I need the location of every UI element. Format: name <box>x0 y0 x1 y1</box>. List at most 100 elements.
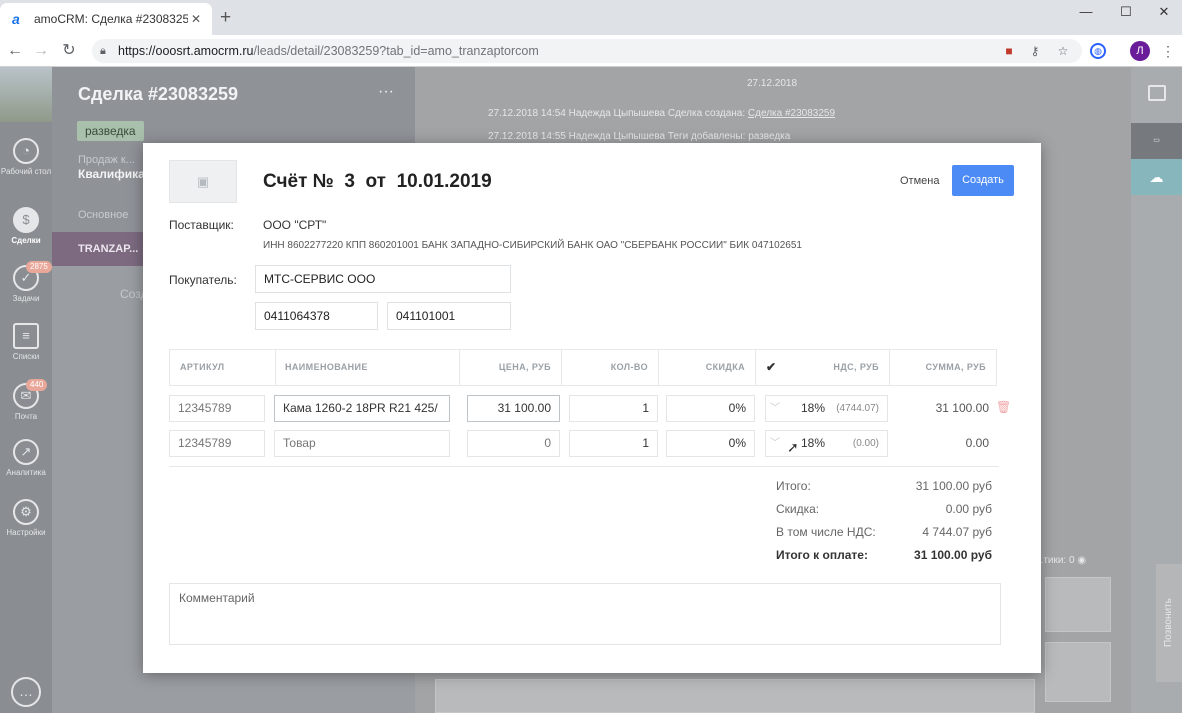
row1-price-input[interactable]: 31 100.00 <box>467 395 560 422</box>
row2-qty-input[interactable]: 1 <box>569 430 658 457</box>
reload-button[interactable]: ↻ <box>58 40 80 62</box>
supplier-label: Поставщик: <box>169 218 234 232</box>
nav-mail[interactable]: 440 ✉ Почта <box>0 379 52 421</box>
subtotal-label: Итого: <box>776 479 811 493</box>
widget-button[interactable]: ▭ <box>1131 123 1182 159</box>
url-text: https://ooosrt.amocrm.ru/leads/detail/23… <box>118 44 539 58</box>
row1-qty-input[interactable]: 1 <box>569 395 658 422</box>
site-settings-icon[interactable]: ■ <box>1000 42 1018 60</box>
col-sum: СУММА, РУБ <box>890 349 997 386</box>
nav-label: Задачи <box>12 294 40 303</box>
divider <box>169 466 999 467</box>
amocrm-favicon-icon: a <box>12 11 20 27</box>
row1-name-input[interactable]: Кама 1260-2 18PR R21 425/ <box>274 395 450 422</box>
vat-total-label: В том числе НДС: <box>776 525 876 539</box>
browser-tab-strip: a amoCRM: Сделка #23083259, SP ✕ + — ☐ ✕ <box>0 0 1182 35</box>
close-window-button[interactable]: ✕ <box>1146 0 1182 24</box>
row2-price-input[interactable]: 0 <box>467 430 560 457</box>
add-widget-icon[interactable] <box>1148 85 1166 101</box>
discount-label: Скидка: <box>776 502 820 516</box>
nav-label: Аналитика <box>6 468 46 477</box>
mail-count-badge: 440 <box>26 379 48 391</box>
chat-icon[interactable]: … <box>11 677 41 707</box>
nav-label: Настройки <box>6 528 46 537</box>
chevron-down-icon: ﹀ <box>770 403 780 414</box>
nav-label: Почта <box>14 412 38 421</box>
lead-menu-icon[interactable]: ··· <box>378 83 394 101</box>
buyer-name-input[interactable]: МТС-СЕРВИС ООО <box>255 265 511 293</box>
cancel-button[interactable]: Отмена <box>900 175 939 187</box>
buyer-label: Покупатель: <box>169 273 237 287</box>
extension-globe-icon[interactable]: ◍ <box>1090 43 1106 59</box>
dashboard-icon: ◔ <box>13 138 39 164</box>
call-button[interactable]: Позвонить <box>1156 564 1182 682</box>
vat-rate: 18% <box>800 401 825 415</box>
new-tab-button[interactable]: + <box>220 8 231 28</box>
nav-analytics[interactable]: ↗ Аналитика <box>0 439 52 477</box>
col-qty: КОЛ-ВО <box>562 349 659 386</box>
amount-due-value: 31 100.00 руб <box>914 548 992 562</box>
browser-menu-icon[interactable]: ⋮ <box>1158 41 1178 61</box>
maximize-window-button[interactable]: ☐ <box>1108 0 1144 24</box>
vat-amount: (4744.07) <box>836 403 879 414</box>
nav-deals[interactable]: $ Сделки <box>0 207 52 245</box>
settings-icon: ⚙ <box>13 499 39 525</box>
address-bar[interactable]: 🔒︎ https://ooosrt.amocrm.ru/leads/detail… <box>92 39 1082 63</box>
image-icon: ▣ <box>196 173 210 189</box>
buyer-bik-input[interactable]: 041101001 <box>387 302 511 330</box>
browser-tab[interactable]: a amoCRM: Сделка #23083259, SP ✕ <box>0 3 212 35</box>
comment-textarea[interactable]: Комментарий <box>169 583 1001 645</box>
user-avatar[interactable] <box>0 67 52 122</box>
delete-row-icon[interactable]: 🗑︎ <box>996 400 1011 414</box>
profile-avatar[interactable]: Л <box>1130 41 1150 61</box>
vat-rate: 18% <box>800 436 825 450</box>
row2-article-input[interactable]: 12345789 <box>169 430 265 457</box>
app-nav-rail: ◔ Рабочий стол $ Сделки 2875 ✓ Задачи ≡ … <box>0 67 52 713</box>
nav-tasks[interactable]: 2875 ✓ Задачи <box>0 261 52 303</box>
nav-lists[interactable]: ≡ Списки <box>0 323 52 361</box>
back-button[interactable]: ← <box>4 40 26 62</box>
key-icon[interactable]: ⚷ <box>1026 42 1044 60</box>
close-tab-icon[interactable]: ✕ <box>188 12 204 26</box>
lead-tag[interactable]: разведка <box>77 121 144 141</box>
note-input[interactable] <box>435 679 1035 713</box>
row1-article-input[interactable]: 12345789 <box>169 395 265 422</box>
tab-title: amoCRM: Сделка #23083259, SP <box>34 12 188 26</box>
feed-entry: 27.12.2018 14:54 Надежда Цыпышева Сделка… <box>488 108 836 119</box>
invoice-modal: ▣ Счёт № 3 от 10.01.2019 Отмена Создать … <box>143 143 1041 673</box>
nav-settings[interactable]: ⚙ Настройки <box>0 499 52 537</box>
row2-name-input[interactable]: Товар <box>274 430 450 457</box>
nav-dashboard[interactable]: ◔ Рабочий стол <box>0 138 52 176</box>
vat-amount: (0.00) <box>852 438 879 449</box>
row2-sum: 0.00 <box>965 436 989 450</box>
row2-vat-select[interactable]: ﹀ 18% (0.00) <box>765 430 888 457</box>
feed-date: 27.12.2018 <box>747 78 798 89</box>
widget-chat-icon[interactable]: ☁ <box>1131 159 1182 195</box>
invoice-number[interactable]: 3 <box>344 171 355 192</box>
vat-checkbox-icon[interactable]: ✔ <box>766 350 776 385</box>
lists-icon: ≡ <box>13 323 39 349</box>
feed-block <box>1045 577 1111 632</box>
minimize-window-button[interactable]: — <box>1068 0 1104 24</box>
col-price: ЦЕНА, РУБ <box>460 349 562 386</box>
bookmark-star-icon[interactable]: ☆ <box>1054 42 1072 60</box>
invoice-title: Счёт № 3 от 10.01.2019 <box>263 171 492 192</box>
eye-icon: ◉ <box>1077 555 1087 566</box>
forward-button[interactable]: → <box>30 40 52 62</box>
create-button[interactable]: Создать <box>952 165 1014 196</box>
col-vat: ✔ НДС, РУБ <box>756 349 890 386</box>
row1-discount-input[interactable]: 0% <box>666 395 755 422</box>
lead-link[interactable]: Сделка #23083259 <box>748 108 835 119</box>
invoice-date[interactable]: 10.01.2019 <box>397 171 492 192</box>
nav-label: Сделки <box>11 236 41 245</box>
tab-main[interactable]: Основное <box>78 209 128 221</box>
mouse-cursor-icon: ➚ <box>787 439 799 455</box>
vat-total-value: 4 744.07 руб <box>922 525 992 539</box>
pipeline-label: Продаж к... <box>78 154 135 166</box>
amount-due-label: Итого к оплате: <box>776 548 868 562</box>
supplier-details: ИНН 8602277220 КПП 860201001 БАНК ЗАПАДН… <box>263 240 802 251</box>
row1-vat-select[interactable]: ﹀ 18% (4744.07) <box>765 395 888 422</box>
logo-placeholder[interactable]: ▣ <box>169 160 237 203</box>
row2-discount-input[interactable]: 0% <box>666 430 755 457</box>
buyer-inn-input[interactable]: 0411064378 <box>255 302 378 330</box>
